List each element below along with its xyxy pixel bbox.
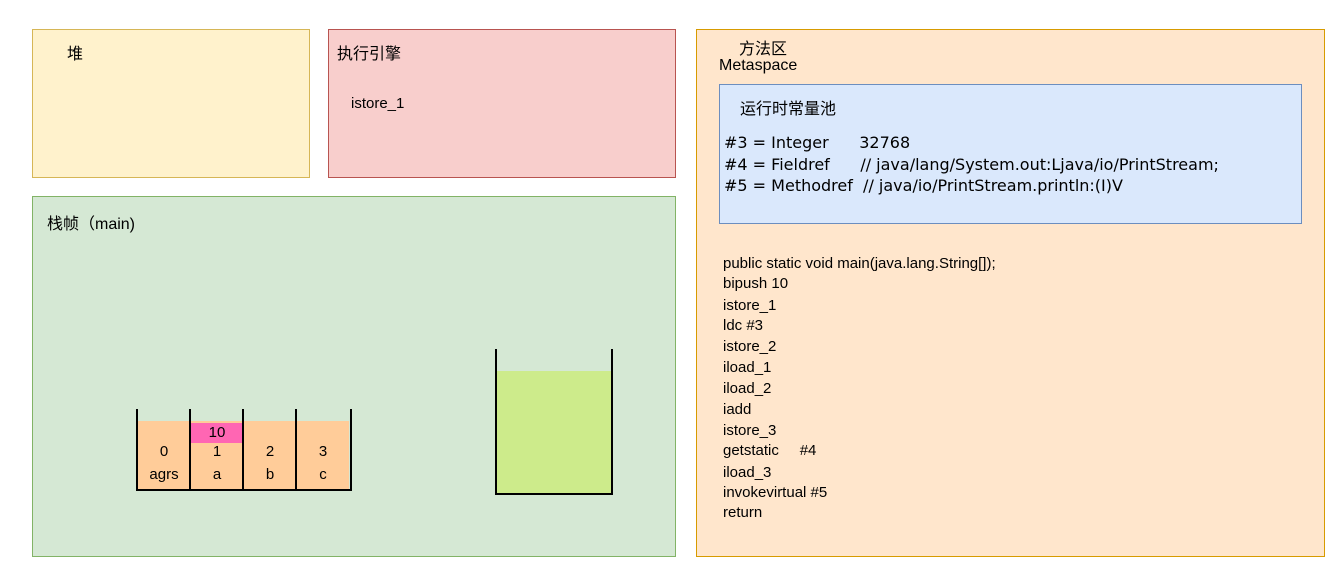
- stack-frame-title: 栈帧（main): [47, 216, 136, 233]
- bytecode-line: bipush 10: [723, 275, 789, 292]
- bytecode-line: iload_2: [723, 380, 772, 397]
- local-variable-table: 0 agrs 1 a 10 2 b 3 c: [136, 409, 352, 491]
- slot-divider: [136, 409, 138, 491]
- bytecode-line: public static void main(java.lang.String…: [723, 255, 996, 272]
- operand-stack-right-wall: [611, 349, 613, 495]
- slot-divider: [350, 409, 352, 491]
- constant-pool-entry: #3 = Integer 32768: [724, 133, 911, 152]
- bytecode-line: invokevirtual #5: [723, 484, 828, 501]
- bytecode-line: istore_3: [723, 422, 777, 439]
- operand-stack: [495, 349, 613, 495]
- execution-engine-title: 执行引擎: [337, 46, 402, 63]
- slot-name: c: [319, 466, 327, 483]
- method-area-subtitle: Metaspace: [719, 57, 798, 74]
- bytecode-line: istore_1: [723, 297, 777, 314]
- bytecode-line: iload_3: [723, 464, 772, 481]
- method-area-title: 方法区: [739, 41, 788, 58]
- constant-pool-entry: #5 = Methodref // java/io/PrintStream.pr…: [724, 176, 1123, 195]
- heap-title: 堆: [67, 46, 84, 63]
- current-instruction: istore_1: [351, 95, 405, 112]
- bytecode-line: return: [723, 504, 763, 521]
- constant-pool-title: 运行时常量池: [740, 101, 837, 118]
- bytecode-line: ldc #3: [723, 317, 764, 334]
- slot-divider: [295, 409, 297, 491]
- slot-index: 2: [265, 443, 275, 460]
- slot-name: agrs: [149, 466, 179, 483]
- slot-name: b: [265, 466, 275, 483]
- local-slot: 3 c: [297, 421, 349, 490]
- operand-stack-left-wall: [495, 349, 497, 495]
- bytecode-line: istore_2: [723, 338, 777, 355]
- slot-divider: [189, 409, 191, 491]
- slot-value: 10: [191, 423, 243, 443]
- slot-divider: [242, 409, 244, 491]
- slot-baseline: [136, 489, 352, 491]
- runtime-constant-pool-box: 运行时常量池 #3 = Integer 32768 #4 = Fieldref …: [719, 84, 1302, 224]
- heap-box: 堆: [32, 29, 310, 178]
- operand-stack-fill: [497, 371, 611, 493]
- local-slot: 0 agrs: [138, 421, 190, 490]
- bytecode-line: iload_1: [723, 359, 772, 376]
- slot-name: a: [212, 466, 222, 483]
- bytecode-line: getstatic #4: [723, 442, 817, 459]
- constant-pool-entry: #4 = Fieldref // java/lang/System.out:Lj…: [724, 155, 1219, 174]
- slot-index: 1: [212, 443, 222, 460]
- execution-engine-box: 执行引擎 istore_1: [328, 29, 676, 178]
- slot-index: 0: [159, 443, 169, 460]
- operand-stack-bottom: [495, 493, 613, 495]
- local-slot: 2 b: [244, 421, 296, 490]
- bytecode-line: iadd: [723, 401, 752, 418]
- slot-index: 3: [318, 443, 328, 460]
